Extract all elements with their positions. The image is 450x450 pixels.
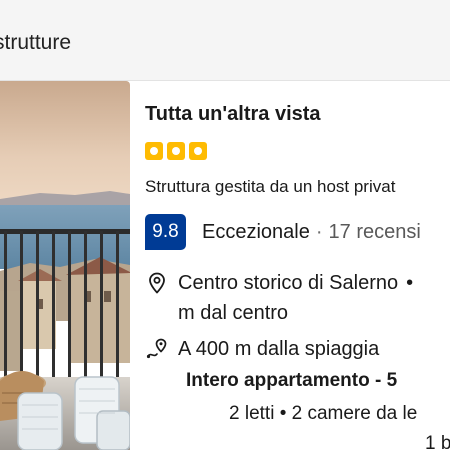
- star-square-icon: [167, 142, 185, 160]
- star-square-icon: [189, 142, 207, 160]
- bathroom-summary: 1 b: [425, 433, 450, 450]
- beach-distance-row: A 400 m dalla spiaggia: [145, 337, 379, 364]
- map-pin-icon: [149, 272, 165, 294]
- property-title[interactable]: Tutta un'altra vista: [145, 103, 321, 126]
- location-name[interactable]: Centro storico di Salerno: [178, 272, 398, 294]
- score-badge: 9.8: [145, 214, 186, 250]
- apartment-type: Intero appartamento - 5: [186, 370, 398, 391]
- distance-from-center: m dal centro: [178, 302, 289, 324]
- property-info: Tutta un'altra vista Struttura gestita d…: [145, 81, 450, 450]
- score-separator: ·: [315, 220, 323, 243]
- location-bullet: •: [406, 272, 414, 294]
- star-square-icon: [145, 142, 163, 160]
- location-row[interactable]: Centro storico di Salerno • m dal centro: [145, 271, 413, 328]
- bed-room-summary: 2 letti • 2 camere da le: [229, 403, 418, 424]
- review-count: 17 recensi: [328, 220, 421, 243]
- results-header-label: strutture: [0, 31, 72, 54]
- host-type-label: Struttura gestita da un host privat: [145, 177, 396, 196]
- beach-distance: A 400 m dalla spiaggia: [178, 338, 380, 360]
- results-header: strutture: [0, 0, 450, 81]
- search-results-page: strutture Tutta un'altra vista Struttura…: [0, 0, 450, 450]
- property-card[interactable]: Tutta un'altra vista Struttura gestita d…: [0, 81, 450, 450]
- property-photo[interactable]: [0, 81, 130, 450]
- route-pin-icon: [146, 338, 167, 359]
- review-score-row[interactable]: 9.8 Eccezionale · 17 recensi: [145, 214, 421, 250]
- star-rating: [145, 142, 207, 160]
- balcony-sea-view-image: [0, 81, 130, 450]
- score-label: Eccezionale: [202, 220, 310, 243]
